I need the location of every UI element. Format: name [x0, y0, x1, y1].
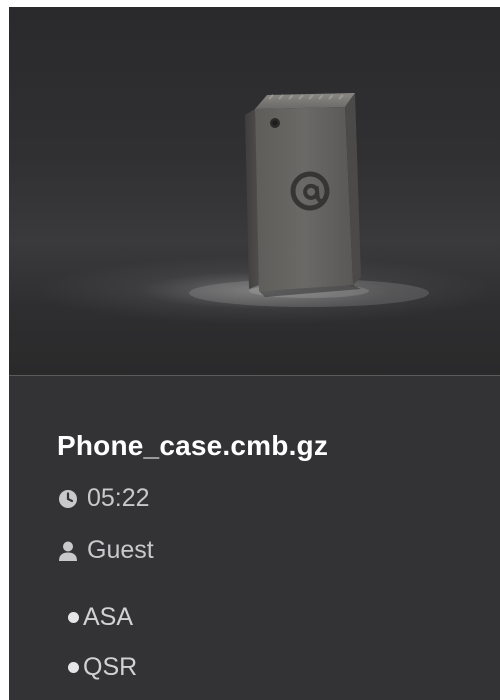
duration-value: 05:22	[87, 484, 150, 512]
tag-item[interactable]: QSR	[68, 653, 137, 682]
phone-case-thumbnail	[189, 93, 429, 307]
owner-value: Guest	[87, 536, 154, 564]
file-card[interactable]: Phone_case.cmb.gz 05:22 Guest ASA QSR	[9, 7, 500, 700]
duration-row: 05:22	[57, 484, 150, 513]
file-name[interactable]: Phone_case.cmb.gz	[57, 430, 328, 462]
tag-label: QSR	[83, 653, 138, 681]
bullet-icon	[68, 612, 79, 623]
clock-icon	[57, 488, 79, 510]
model-preview[interactable]	[9, 7, 500, 375]
tag-item[interactable]: ASA	[68, 603, 133, 632]
bullet-icon	[68, 662, 79, 673]
owner-row: Guest	[57, 536, 154, 565]
tag-label: ASA	[83, 603, 134, 631]
user-icon	[57, 540, 79, 562]
file-info-panel: Phone_case.cmb.gz 05:22 Guest ASA QSR	[9, 376, 500, 700]
